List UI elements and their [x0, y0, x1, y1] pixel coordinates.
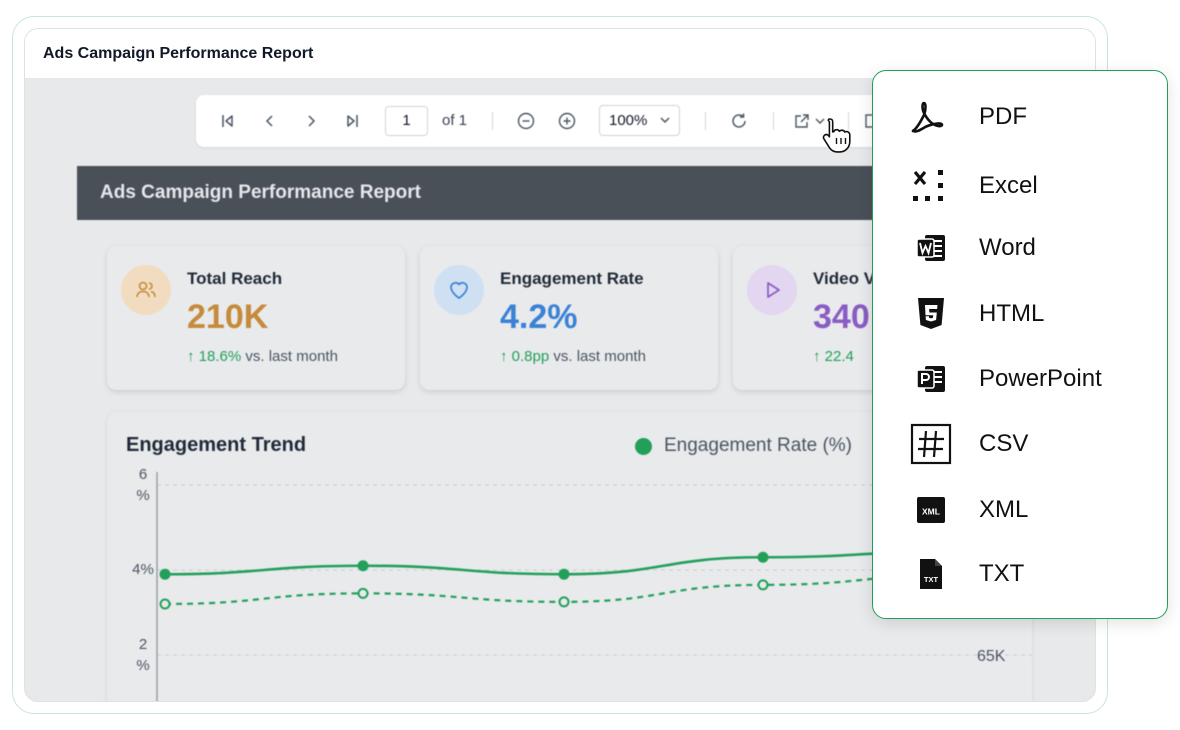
next-page-icon[interactable]	[299, 95, 323, 147]
y-tick-label: 6%	[136, 466, 149, 504]
data-point	[757, 551, 769, 563]
kpi-delta-value: 0.8pp	[511, 348, 550, 365]
prev-page-icon[interactable]	[258, 95, 282, 147]
menu-item-label: HTML	[979, 300, 1045, 327]
play-icon	[747, 265, 797, 315]
kpi-card-total-reach: Total Reach 210K ↑ 18.6% vs. last month	[107, 246, 405, 390]
arrow-up-icon: ↑	[500, 348, 512, 365]
xml-icon: XML	[909, 490, 953, 530]
right-axis-tick-label: 65K	[977, 648, 1006, 665]
menu-item-label: Word	[979, 234, 1036, 261]
data-point	[357, 560, 369, 572]
kpi-value: 4.2%	[500, 298, 578, 336]
data-point-hollow	[357, 587, 369, 599]
export-pdf-menu-item[interactable]: PDF	[873, 89, 1167, 145]
menu-item-label: XML	[979, 496, 1029, 523]
export-csv-menu-item[interactable]: CSV	[873, 416, 1167, 472]
users-icon	[121, 265, 171, 315]
kpi-value: 340	[813, 298, 870, 336]
page-number-input[interactable]: 1	[385, 106, 428, 136]
word-icon	[909, 228, 953, 268]
data-point	[558, 568, 570, 580]
last-page-icon[interactable]	[340, 95, 364, 147]
html5-icon	[909, 294, 953, 334]
export-xml-menu-item[interactable]: XML XML	[873, 482, 1167, 538]
menu-item-label: TXT	[979, 560, 1025, 587]
kpi-label: Video V	[813, 269, 876, 288]
kpi-delta-value: 18.6%	[198, 348, 242, 365]
zoom-select[interactable]: 100%	[599, 105, 680, 136]
kpi-delta: ↑ 22.4	[813, 348, 854, 365]
zoom-out-icon[interactable]	[514, 95, 538, 147]
csv-icon	[909, 423, 953, 465]
kpi-delta: ↑ 18.6% vs. last month	[187, 348, 338, 365]
kpi-label: Engagement Rate	[500, 269, 644, 288]
txt-icon: TXT	[909, 554, 953, 594]
export-txt-menu-item[interactable]: TXT TXT	[873, 546, 1167, 602]
menu-item-label: PDF	[979, 103, 1027, 130]
menu-item-label: PowerPoint	[979, 365, 1102, 392]
toolbar-divider	[705, 112, 706, 130]
toolbar-divider	[492, 112, 493, 130]
hand-pointer-cursor	[820, 116, 856, 159]
data-point-hollow	[757, 579, 769, 591]
powerpoint-icon	[909, 359, 953, 399]
kpi-label: Total Reach	[187, 269, 283, 288]
export-excel-menu-item[interactable]: Excel	[873, 158, 1167, 214]
kpi-delta-value: 22.4	[824, 348, 854, 365]
kpi-value: 210K	[187, 298, 269, 336]
chevron-down-icon	[659, 106, 671, 145]
y-tick-label: 2%	[136, 636, 149, 674]
svg-text:XML: XML	[922, 507, 940, 517]
arrow-up-icon: ↑	[813, 348, 825, 365]
export-format-menu: PDF Excel Word HTML PowerPoint CSV XML X…	[872, 70, 1168, 619]
pdf-icon	[909, 97, 953, 137]
kpi-delta-suffix: vs. last month	[549, 348, 646, 365]
kpi-delta-suffix: vs. last month	[241, 348, 338, 365]
data-point	[159, 568, 171, 580]
arrow-up-icon: ↑	[187, 348, 199, 365]
svg-text:TXT: TXT	[924, 575, 939, 584]
export-word-menu-item[interactable]: Word	[873, 220, 1167, 276]
page-total-label: of 1	[442, 112, 468, 129]
data-point-hollow	[558, 596, 570, 608]
excel-icon	[909, 166, 953, 206]
first-page-icon[interactable]	[216, 95, 240, 147]
zoom-value: 100%	[609, 112, 648, 129]
heart-icon	[434, 265, 484, 315]
menu-item-label: Excel	[979, 172, 1038, 199]
zoom-in-icon[interactable]	[555, 95, 579, 147]
export-powerpoint-menu-item[interactable]: PowerPoint	[873, 351, 1167, 407]
data-point-hollow	[159, 598, 171, 610]
kpi-delta: ↑ 0.8pp vs. last month	[500, 348, 646, 365]
y-tick-label: 4%	[132, 561, 154, 578]
export-html-menu-item[interactable]: HTML	[873, 286, 1167, 342]
menu-item-label: CSV	[979, 430, 1029, 457]
kpi-card-engagement-rate: Engagement Rate 4.2% ↑ 0.8pp vs. last mo…	[420, 246, 718, 390]
toolbar-divider	[773, 112, 774, 130]
refresh-icon[interactable]	[727, 95, 751, 147]
viewer-toolbar: 1 of 1 100%	[196, 95, 896, 147]
